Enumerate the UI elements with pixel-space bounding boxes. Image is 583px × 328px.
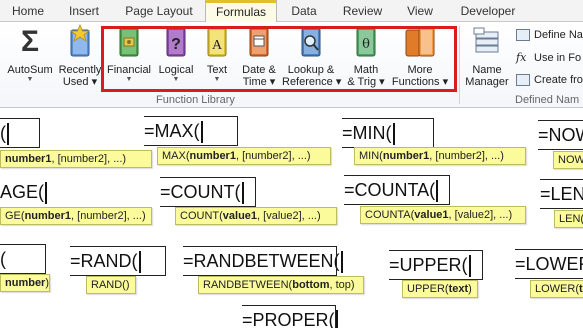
formula-partial-1: ( <box>0 118 40 148</box>
tooltip-min: MIN(number1, [number2], ...) <box>354 147 526 165</box>
tab-formulas[interactable]: Formulas <box>205 0 277 23</box>
name-manager-line1: Name <box>472 64 502 76</box>
tab-page-layout[interactable]: Page Layout <box>116 0 202 22</box>
tab-view[interactable]: View <box>397 0 443 22</box>
formula-cell-border <box>515 249 583 279</box>
group-separator <box>459 26 460 104</box>
formula-now: =NOW <box>538 120 583 150</box>
formula-cell-border <box>389 250 483 280</box>
formula-upper: =UPPER( <box>389 250 483 280</box>
formula-partial-9: ( <box>0 244 46 274</box>
name-manager-label: Name Manager <box>462 64 512 88</box>
tab-developer[interactable]: Developer <box>452 0 524 22</box>
name-manager-button[interactable]: Name Manager <box>462 24 512 88</box>
formula-len: =LEN <box>540 179 583 209</box>
tooltip-partial-9: number) <box>0 274 50 292</box>
fx-icon: fx <box>516 51 527 65</box>
create-from-selection-icon <box>516 74 530 87</box>
tab-review[interactable]: Review <box>335 0 390 22</box>
define-name-label: Define Na <box>534 29 583 41</box>
autosum-button[interactable]: Σ AutoSum ▼ <box>4 24 56 84</box>
tooltip-rand: RAND() <box>86 276 136 294</box>
tooltip-lower: LOWER(te <box>530 280 583 298</box>
tooltip-count: COUNT(value1, [value2], ...) <box>175 207 337 225</box>
function-examples-area: ( number1, [number2], ...) =MAX( MAX(num… <box>0 109 583 328</box>
formula-cell-border <box>0 244 46 274</box>
define-name-icon <box>516 29 530 42</box>
create-from-selection-button[interactable]: Create fro <box>516 72 583 88</box>
function-library-highlight <box>101 26 457 92</box>
use-in-formula-button[interactable]: fx Use in Fo <box>516 50 581 66</box>
tooltip-max: MAX(number1, [number2], ...) <box>157 147 331 165</box>
define-name-button[interactable]: Define Na <box>516 27 583 43</box>
formula-cell-border <box>160 177 256 207</box>
name-manager-line2: Manager <box>465 76 509 88</box>
formula-rand: =RAND( <box>70 246 166 276</box>
formula-cell-border <box>70 246 166 276</box>
tooltip-upper: UPPER(text) <box>402 280 478 298</box>
formula-cell-border <box>183 246 337 276</box>
formula-proper: =PROPER( <box>242 305 338 328</box>
formula-cell-border <box>342 118 434 148</box>
name-manager-icon <box>473 27 499 53</box>
formula-text: AGE( <box>0 182 45 202</box>
formula-cell-border <box>242 305 336 328</box>
formula-randbetween: =RANDBETWEEN( <box>183 246 343 276</box>
tooltip-randbetween: RANDBETWEEN(bottom, top) <box>198 276 364 294</box>
formula-cell-border <box>540 179 583 209</box>
tooltip-counta: COUNTA(value1, [value2], ...) <box>360 206 526 224</box>
recently-used-line1: Recently <box>58 64 102 76</box>
formula-cell-border <box>344 175 450 205</box>
defined-names-group-label: Defined Nam <box>515 94 580 106</box>
recently-used-button[interactable]: Recently Used ▾ <box>56 24 104 88</box>
formula-cell-border <box>144 116 238 146</box>
use-in-formula-label: Use in Fo <box>534 52 582 64</box>
create-from-label: Create fro <box>534 74 583 86</box>
sigma-icon: Σ <box>20 25 39 58</box>
autosum-label: AutoSum <box>7 64 53 76</box>
function-library-group-label: Function Library <box>156 94 235 106</box>
formula-min: =MIN( <box>342 118 434 148</box>
tooltip-now: NOW <box>553 151 583 169</box>
tab-home[interactable]: Home <box>0 0 56 22</box>
tooltip-average: GE(number1, [number2], ...) <box>0 207 152 225</box>
text-cursor <box>45 182 48 205</box>
recently-used-line2: Used <box>62 76 89 88</box>
formula-max: =MAX( <box>144 116 238 146</box>
formula-counta: =COUNTA( <box>344 175 450 205</box>
tab-data[interactable]: Data <box>283 0 325 22</box>
formula-average: AGE( <box>0 180 48 206</box>
formula-cell-border <box>538 120 583 150</box>
formula-count: =COUNT( <box>160 177 256 207</box>
chevron-down-icon: ▼ <box>26 76 34 83</box>
formula-cell-border <box>0 118 40 148</box>
ribbon-tab-bar: Home Insert Page Layout Formulas Data Re… <box>0 0 583 23</box>
formula-lower: =LOWER <box>515 249 583 279</box>
text-cursor <box>340 251 343 274</box>
tab-insert[interactable]: Insert <box>56 0 112 22</box>
tooltip-len: LEN( <box>554 210 583 228</box>
tooltip-partial-1: number1, [number2], ...) <box>0 150 152 168</box>
star-book-icon <box>69 24 91 57</box>
recently-used-label: Recently Used ▾ <box>58 64 102 88</box>
